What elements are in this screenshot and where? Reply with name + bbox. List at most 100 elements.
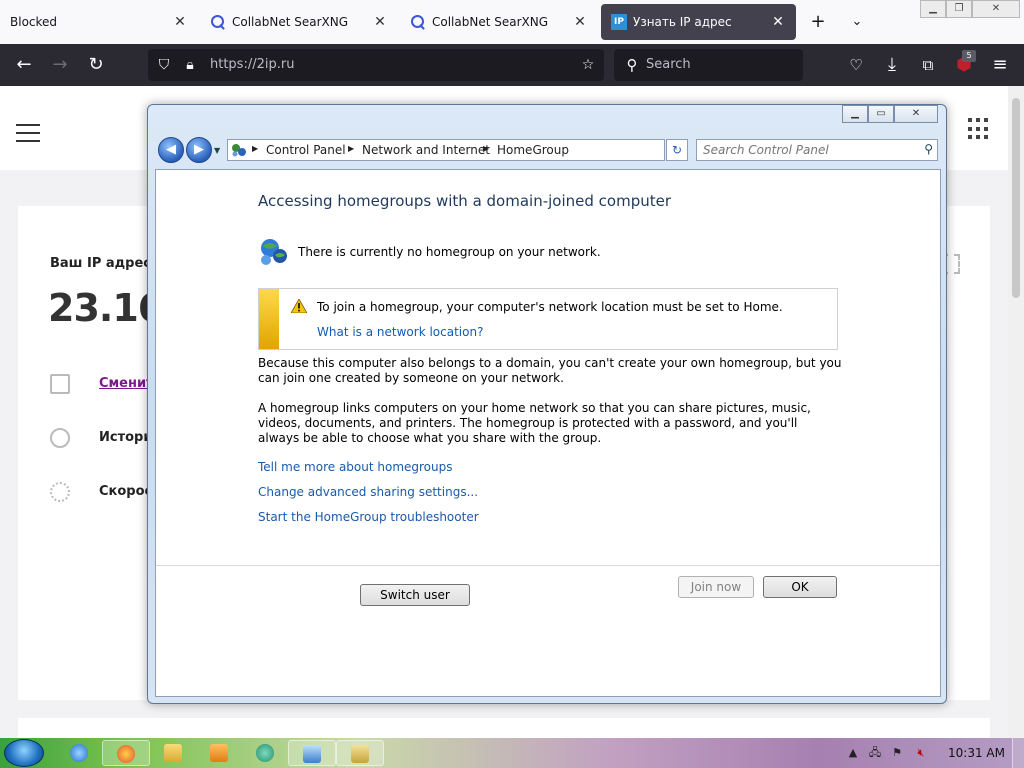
close-tab-icon[interactable]: ✕ xyxy=(770,14,786,30)
navigation-toolbar: ← → ↻ ⛉ 🔒︎ https://2ip.ru ☆ ⚲ Search ♡ ⤓… xyxy=(0,44,1024,86)
bookmark-star-icon[interactable]: ☆ xyxy=(578,55,598,75)
apps-grid-icon[interactable] xyxy=(968,118,990,140)
extensions-icon[interactable]: ⧉ xyxy=(916,53,940,77)
page-scrollbar[interactable] xyxy=(1008,86,1024,738)
search-control-panel-input[interactable] xyxy=(697,140,907,160)
hamburger-menu-icon[interactable] xyxy=(16,124,40,142)
new-tab-button[interactable]: + xyxy=(806,10,830,34)
media-player-taskbar-button[interactable] xyxy=(196,740,244,766)
history-link[interactable]: Истори xyxy=(99,430,152,445)
breadcrumb-separator-icon[interactable]: ▶ xyxy=(348,144,354,153)
scrollbar-thumb[interactable] xyxy=(1012,98,1020,298)
lock-icon[interactable]: 🔒︎ xyxy=(180,55,200,75)
recent-pages-dropdown[interactable]: ▼ xyxy=(214,146,220,155)
troubleshooter-link[interactable]: Start the HomeGroup troubleshooter xyxy=(258,510,479,524)
url-bar[interactable]: ⛉ 🔒︎ https://2ip.ru ☆ xyxy=(148,49,604,81)
network-taskbar-button[interactable] xyxy=(242,740,290,766)
change-ip-icon xyxy=(50,374,70,394)
search-icon xyxy=(410,14,426,30)
tell-me-more-link[interactable]: Tell me more about homegroups xyxy=(258,460,453,474)
close-tab-icon[interactable]: ✕ xyxy=(572,14,588,30)
reload-button[interactable]: ↻ xyxy=(84,53,108,77)
ip-label: Ваш IP адрес: xyxy=(50,256,157,271)
forward-button[interactable]: ▶ xyxy=(186,137,212,163)
close-window-button[interactable]: ✕ xyxy=(972,0,1020,18)
clock[interactable]: 10:31 AM xyxy=(948,746,1005,760)
control-panel-icon xyxy=(303,745,321,763)
system-tray: ▲ 🖧︎ ⚑ 🔇︎ 10:31 AM xyxy=(842,738,1024,768)
warning-icon xyxy=(291,299,307,313)
start-button[interactable] xyxy=(4,739,44,767)
back-button[interactable]: ← xyxy=(12,53,36,77)
tab-label: Узнать IP адрес xyxy=(633,15,732,29)
tab-label: CollabNet SearXNG xyxy=(232,15,349,29)
warning-stripe xyxy=(259,289,279,349)
network-location-link[interactable]: What is a network location? xyxy=(317,325,483,339)
forward-button[interactable]: → xyxy=(48,53,72,77)
homegroup-icon xyxy=(261,239,287,265)
firefox-taskbar-button[interactable] xyxy=(102,740,150,766)
internet-explorer-icon xyxy=(70,744,88,762)
join-now-button[interactable]: Join now xyxy=(678,576,754,598)
breadcrumb-control-panel[interactable]: Control Panel xyxy=(266,143,346,157)
homegroup-description: A homegroup links computers on your home… xyxy=(258,401,811,445)
tab-searxng-1[interactable]: CollabNet SearXNG ✕ xyxy=(200,4,398,40)
homegroup-status: There is currently no homegroup on your … xyxy=(258,236,601,268)
restore-button[interactable]: ❐ xyxy=(946,0,972,18)
close-button[interactable]: ✕ xyxy=(894,105,938,123)
control-panel-taskbar-button[interactable] xyxy=(288,740,336,766)
show-desktop-button[interactable] xyxy=(1012,738,1024,768)
refresh-button[interactable]: ↻ xyxy=(666,139,688,161)
search-control-panel-box[interactable]: ⚲ xyxy=(696,139,938,161)
ok-button[interactable]: OK xyxy=(763,576,837,598)
volume-muted-icon[interactable]: 🔇︎ xyxy=(914,746,928,760)
tab-blocked[interactable]: Blocked ✕ xyxy=(0,4,198,40)
breadcrumb-network-internet[interactable]: Network and Internet xyxy=(362,143,490,157)
explorer-taskbar-button[interactable] xyxy=(150,740,198,766)
breadcrumb-separator-icon[interactable]: ▶ xyxy=(252,144,258,153)
downloads-icon[interactable]: ⤓ xyxy=(880,53,904,77)
pocket-icon[interactable]: ♡ xyxy=(844,53,868,77)
speed-icon xyxy=(50,482,70,502)
content-pane: Accessing homegroups with a domain-joine… xyxy=(155,169,941,697)
breadcrumb-homegroup[interactable]: HomeGroup xyxy=(497,143,569,157)
search-placeholder[interactable]: Search xyxy=(646,57,691,72)
action-center-flag-icon[interactable]: ⚑ xyxy=(890,746,904,760)
ie-taskbar-button[interactable] xyxy=(56,740,104,766)
menu-icon[interactable]: ≡ xyxy=(988,53,1012,77)
history-icon xyxy=(50,428,70,448)
network-tray-icon[interactable]: 🖧︎ xyxy=(868,746,882,760)
warning-text: To join a homegroup, your computer's net… xyxy=(317,300,783,314)
tab-label: Blocked xyxy=(10,15,58,29)
tab-ip-address[interactable]: IP Узнать IP адрес ✕ xyxy=(601,4,796,40)
media-player-icon xyxy=(210,744,228,762)
search-icon[interactable]: ⚲ xyxy=(924,142,933,156)
close-tab-icon[interactable]: ✕ xyxy=(172,14,188,30)
folder-icon xyxy=(164,744,182,762)
status-text: There is currently no homegroup on your … xyxy=(298,245,601,259)
list-tabs-button[interactable]: ⌄ xyxy=(845,10,869,34)
change-ip-link[interactable]: Сменит xyxy=(99,376,154,391)
close-tab-icon[interactable]: ✕ xyxy=(372,14,388,30)
url-text[interactable]: https://2ip.ru xyxy=(210,57,294,72)
breadcrumb-separator-icon[interactable]: ▶ xyxy=(483,144,489,153)
breadcrumb-bar[interactable]: ▶ Control Panel ▶ Network and Internet ▶… xyxy=(227,139,729,161)
show-hidden-icons[interactable]: ▲ xyxy=(846,746,860,760)
divider xyxy=(156,565,940,566)
homegroup-window: ▁ ▭ ✕ ◀ ▶ ▼ ▶ Control Panel ▶ Network an… xyxy=(147,104,947,704)
switch-user-button[interactable]: Switch user xyxy=(360,584,470,606)
minimize-button[interactable]: ▁ xyxy=(920,0,946,18)
back-button[interactable]: ◀ xyxy=(158,137,184,163)
search-bar[interactable]: ⚲ Search xyxy=(614,49,803,81)
window-controls: ▁ ▭ ✕ xyxy=(842,105,938,123)
speed-link[interactable]: Скорос xyxy=(99,484,152,499)
shield-icon[interactable]: ⛉ xyxy=(154,55,174,75)
tab-strip: Blocked ✕ CollabNet SearXNG ✕ CollabNet … xyxy=(0,0,1024,44)
minimize-button[interactable]: ▁ xyxy=(842,105,868,123)
tab-searxng-2[interactable]: CollabNet SearXNG ✕ xyxy=(400,4,598,40)
advanced-sharing-link[interactable]: Change advanced sharing settings... xyxy=(258,485,478,499)
tab-label: CollabNet SearXNG xyxy=(432,15,549,29)
search-icon xyxy=(210,14,226,30)
homegroup-taskbar-button[interactable] xyxy=(336,740,384,766)
maximize-button[interactable]: ▭ xyxy=(868,105,894,123)
